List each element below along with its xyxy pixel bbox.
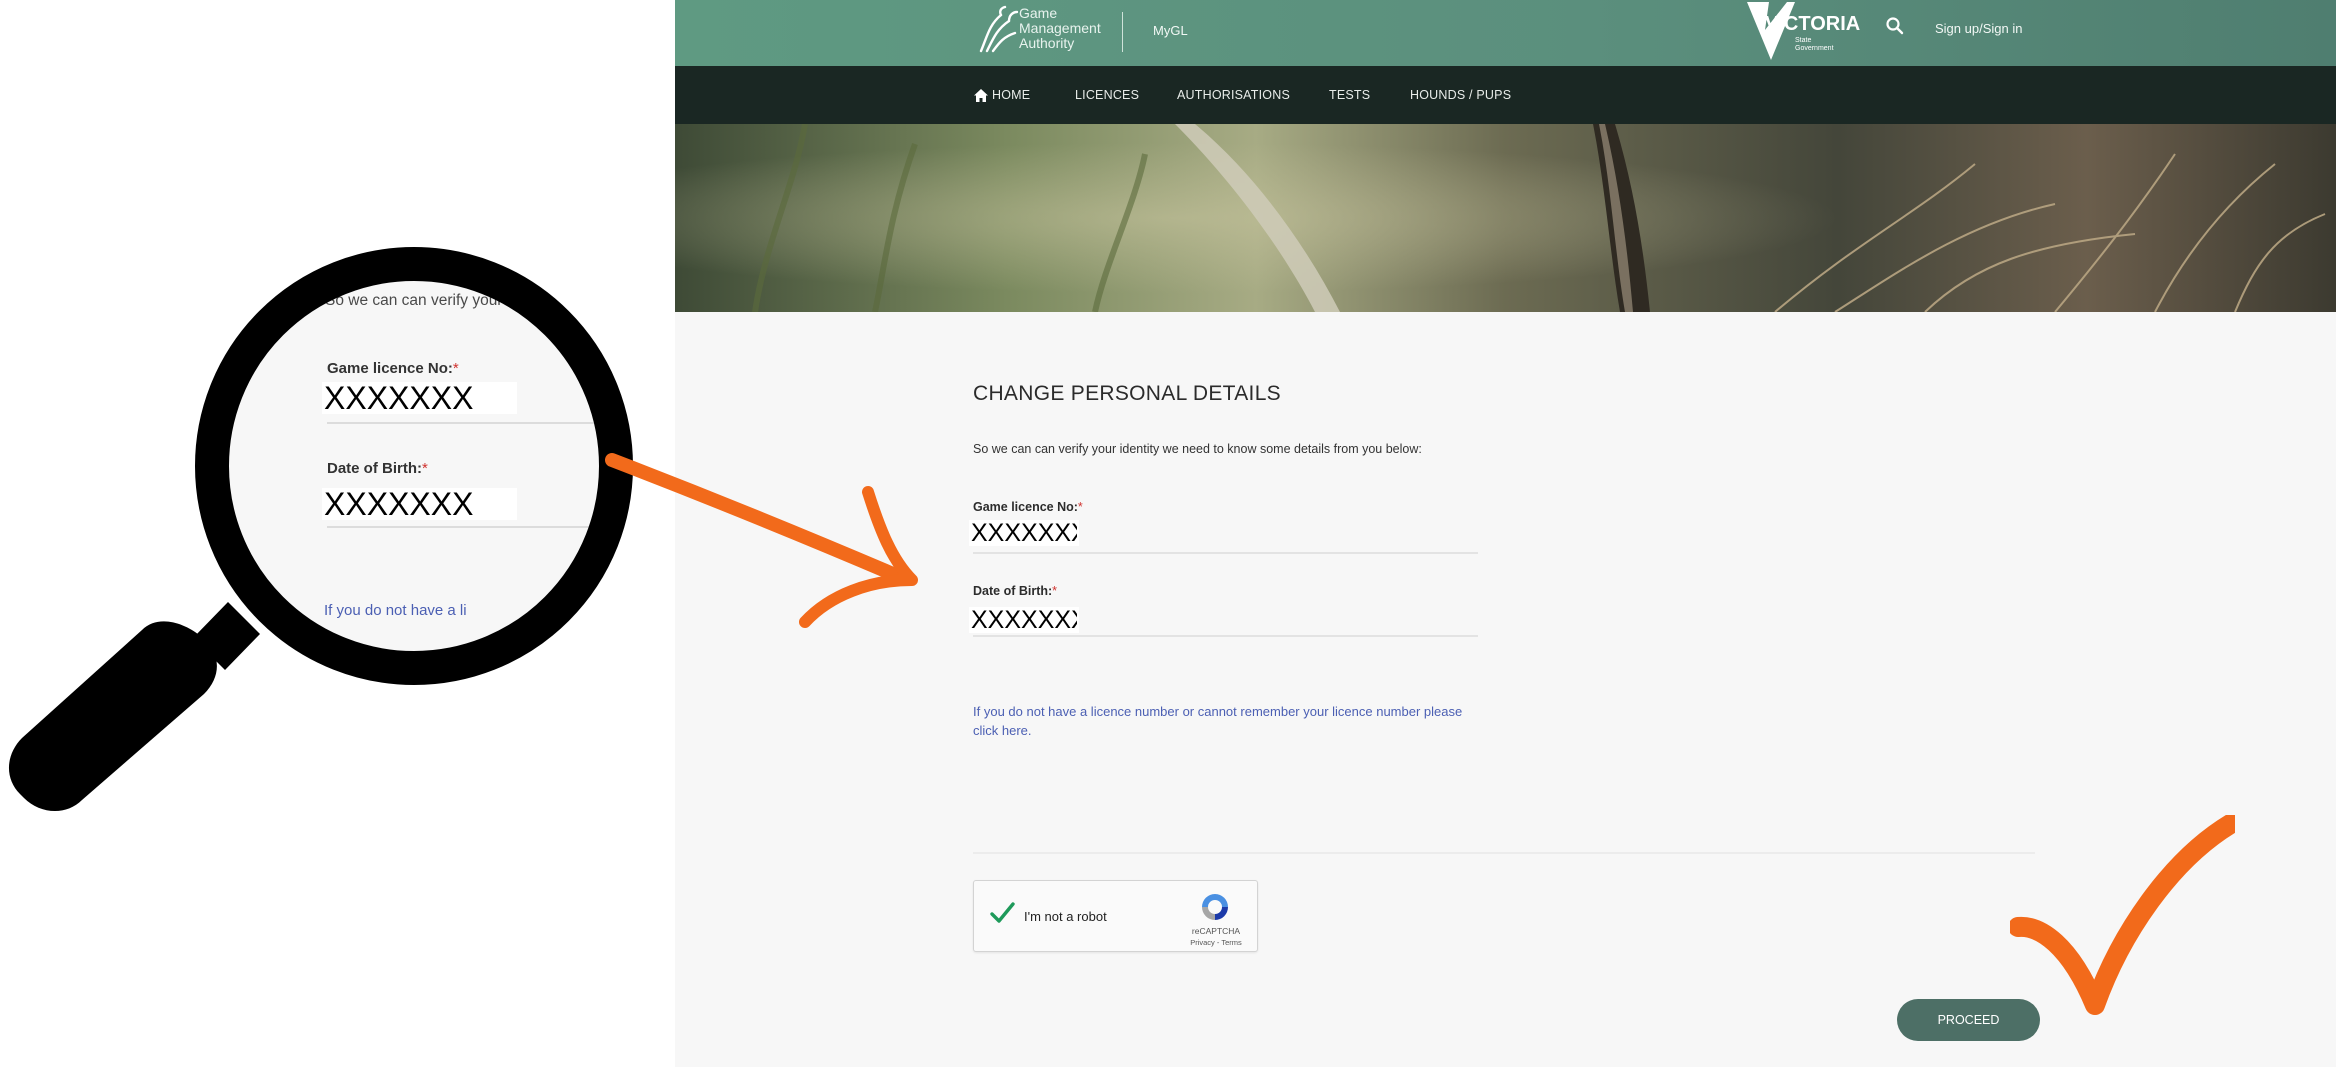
checkmark-annotation-icon: [2010, 815, 2235, 1015]
licence-label: Game licence No:*: [973, 500, 1083, 514]
gma-name-line2: Management: [1019, 20, 1101, 36]
nav-home[interactable]: HOME: [974, 88, 1030, 102]
magnifying-glass-icon: [8, 247, 633, 812]
required-marker: *: [1077, 500, 1083, 514]
date-of-birth-input[interactable]: [969, 607, 1079, 633]
recaptcha-label: I'm not a robot: [1024, 909, 1107, 924]
hero-banner-image: [675, 124, 2336, 312]
recaptcha-widget: I'm not a robot reCAPTCHA Privacy - Term…: [973, 880, 1258, 952]
site-header: Game Management Authority MyGL VICTORIA …: [675, 0, 2336, 66]
required-marker: *: [1052, 584, 1058, 598]
app-name-link[interactable]: MyGL: [1153, 23, 1188, 38]
gma-name-line1: Game: [1019, 5, 1058, 21]
victoria-sub-government: Government: [1795, 45, 1834, 52]
main-nav: HOME LICENCES AUTHORISATIONS TESTS HOUND…: [675, 66, 2336, 124]
licence-underline: [973, 552, 1478, 554]
recaptcha-logo-icon: [1202, 894, 1228, 920]
dob-label-text: Date of Birth:: [973, 584, 1053, 598]
nav-hounds-pups[interactable]: HOUNDS / PUPS: [1410, 88, 1511, 102]
page-title: CHANGE PERSONAL DETAILS: [973, 382, 1281, 405]
home-icon: [974, 88, 988, 102]
search-icon[interactable]: [1884, 15, 1906, 37]
nav-tests[interactable]: TESTS: [1329, 88, 1370, 102]
logo-divider: [1122, 12, 1123, 52]
dob-underline: [973, 635, 1478, 637]
nav-authorisations[interactable]: AUTHORISATIONS: [1177, 88, 1290, 102]
recaptcha-brand: reCAPTCHA: [1191, 926, 1241, 936]
form-separator: [973, 852, 2035, 854]
nav-licences[interactable]: LICENCES: [1075, 88, 1139, 102]
stage: Game Management Authority MyGL VICTORIA …: [0, 0, 2336, 1067]
signin-link[interactable]: Sign up/Sign in: [1935, 21, 2022, 36]
licence-number-input[interactable]: [969, 520, 1079, 546]
gma-name-line3: Authority: [1019, 35, 1075, 51]
gma-name: Game Management Authority: [1019, 6, 1129, 51]
licence-help-link[interactable]: If you do not have a licence number or c…: [973, 702, 1483, 740]
victoria-government-logo[interactable]: VICTORIA State Government: [1743, 0, 1863, 62]
victoria-wordmark: VICTORIA: [1765, 13, 1860, 35]
checkmark-icon[interactable]: [988, 899, 1016, 927]
licence-label-text: Game licence No:: [973, 500, 1078, 514]
form-intro-text: So we can can verify your identity we ne…: [973, 442, 1422, 456]
dob-label: Date of Birth:*: [973, 584, 1057, 598]
nav-home-label: HOME: [992, 88, 1031, 102]
arrow-annotation-icon: [605, 453, 918, 628]
recaptcha-terms-link[interactable]: Privacy - Terms: [1186, 938, 1246, 947]
victoria-sub-state: State: [1795, 37, 1811, 44]
